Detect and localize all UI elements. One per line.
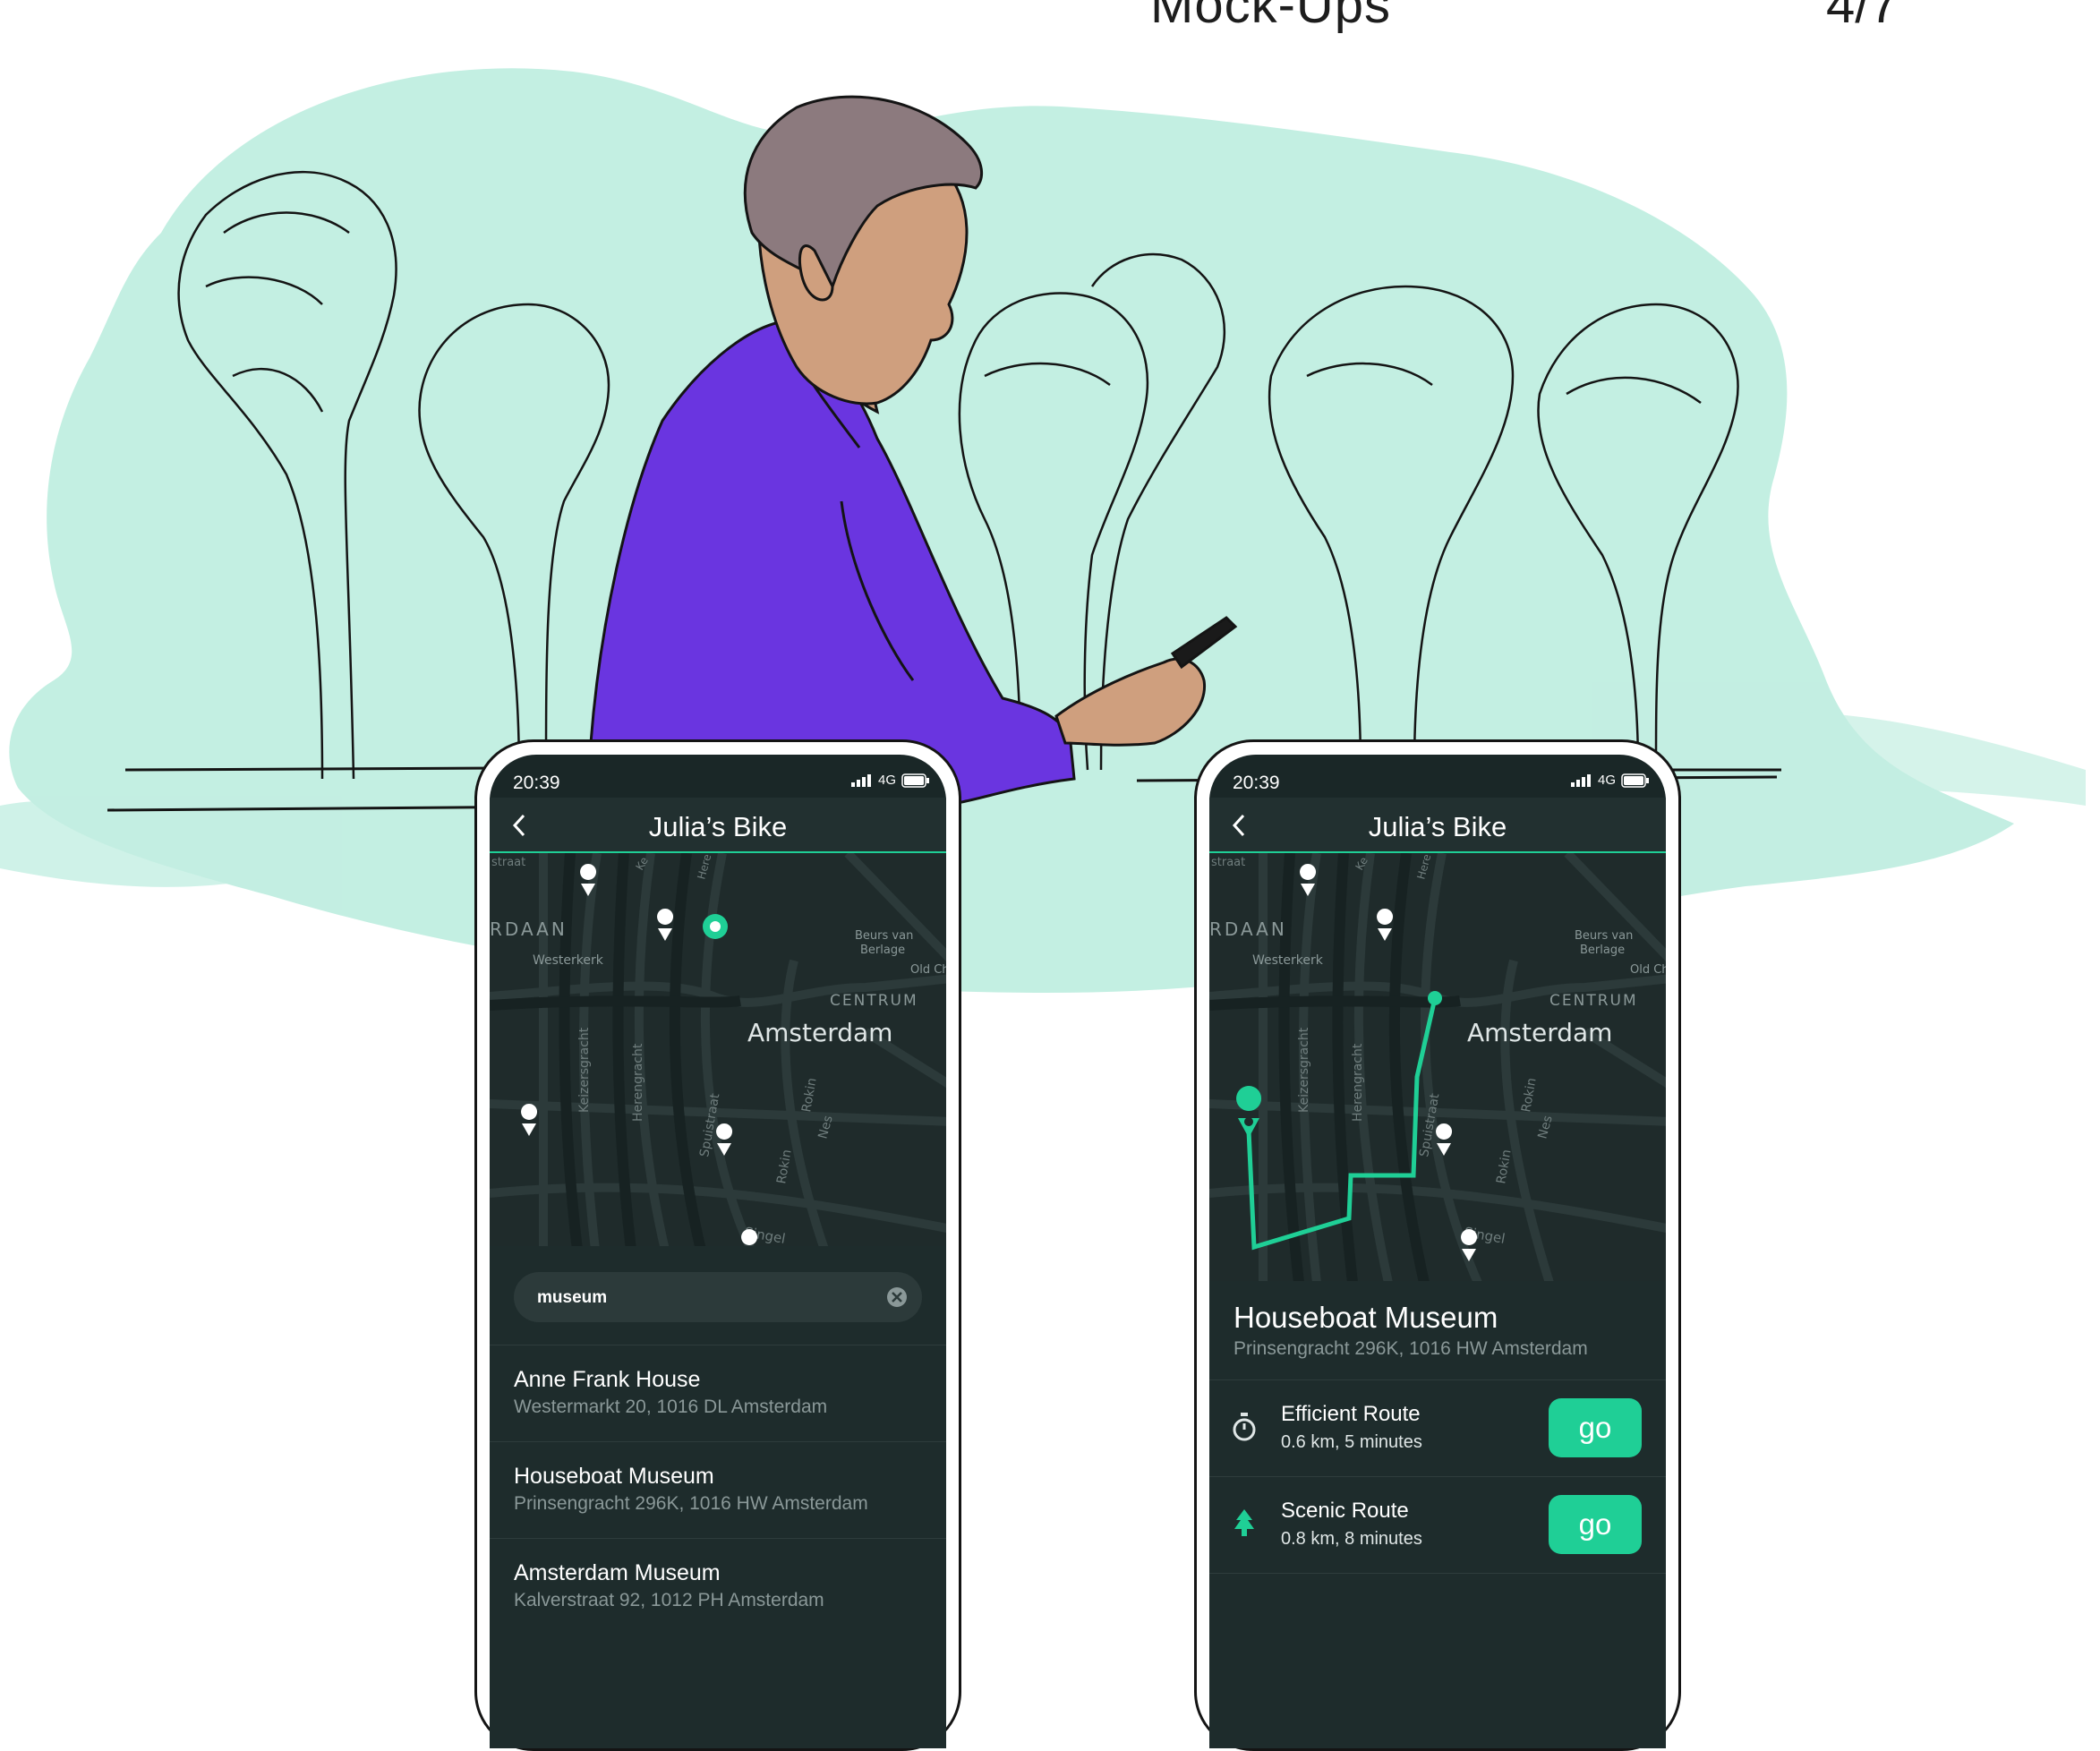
phone-screen: 20:39 4G Julia’s Bike straat RDAAN Weste… xyxy=(1209,755,1666,1748)
map-label: Old Ch xyxy=(910,963,946,977)
route-start-dot xyxy=(1428,991,1442,1005)
map-view[interactable]: straat RDAAN Westerkerk Keizersgracht He… xyxy=(490,853,946,1265)
map-label: CENTRUM xyxy=(1549,992,1638,1010)
status-indicators: 4G xyxy=(1570,773,1650,788)
signal-icon xyxy=(1570,773,1591,787)
go-button[interactable]: go xyxy=(1549,1398,1642,1457)
list-item[interactable]: Amsterdam Museum Kalverstraat 92, 1012 P… xyxy=(490,1538,946,1635)
result-title: Amsterdam Museum xyxy=(514,1560,721,1585)
map-label: straat xyxy=(1211,856,1245,869)
map-canvas[interactable]: straat RDAAN Westerkerk Keizersgracht He… xyxy=(1209,853,1666,1283)
status-bar: 20:39 4G xyxy=(1209,755,1666,798)
route-name: Efficient Route xyxy=(1281,1402,1421,1426)
clear-search-icon[interactable] xyxy=(886,1286,908,1308)
nav-bar: Julia’s Bike xyxy=(490,798,946,853)
result-title: Houseboat Museum xyxy=(514,1464,714,1489)
nav-title: Julia’s Bike xyxy=(1368,811,1507,842)
map-view[interactable]: straat RDAAN Westerkerk Keizersgracht He… xyxy=(1209,853,1666,1283)
route-details: 0.6 km, 5 minutes xyxy=(1281,1432,1422,1452)
network-label: 4G xyxy=(877,773,896,788)
nav-bar: Julia’s Bike xyxy=(1209,798,1666,853)
status-time: 20:39 xyxy=(1233,773,1280,793)
destination-title: Houseboat Museum xyxy=(1234,1301,1498,1334)
search-results: Anne Frank House Westermarkt 20, 1016 DL… xyxy=(490,1345,946,1635)
map-label: Old Ch xyxy=(1630,963,1666,977)
route-name: Scenic Route xyxy=(1281,1499,1409,1523)
map-label: Keizersgracht xyxy=(577,1027,592,1113)
destination-panel: Houseboat Museum Prinsengracht 296K, 101… xyxy=(1209,1281,1666,1748)
status-bar: 20:39 4G xyxy=(490,755,946,798)
tree-icon xyxy=(1234,1509,1254,1536)
map-label: Berlage xyxy=(1580,944,1625,957)
result-title: Anne Frank House xyxy=(514,1367,701,1392)
map-label: Beurs van xyxy=(1575,929,1633,943)
illustration-man-with-phone xyxy=(0,68,2086,993)
map-label: straat xyxy=(491,856,525,869)
go-button[interactable]: go xyxy=(1549,1495,1642,1554)
list-divider xyxy=(1209,1573,1666,1670)
search-panel: museum Anne Frank House Westermarkt 20, … xyxy=(490,1246,946,1748)
map-label: Amsterdam xyxy=(1467,1018,1612,1047)
destination-address: Prinsengracht 296K, 1016 HW Amsterdam xyxy=(1234,1338,1588,1359)
watercolor-wash xyxy=(0,68,2086,993)
route-option-scenic[interactable]: Scenic Route 0.8 km, 8 minutes go xyxy=(1209,1476,1666,1574)
stopwatch-icon xyxy=(1233,1413,1256,1441)
map-label: Keizersgracht xyxy=(1297,1027,1311,1113)
list-item[interactable]: Anne Frank House Westermarkt 20, 1016 DL… xyxy=(490,1345,946,1441)
phone-search-screen: 20:39 4G Julia’s Bike straat RDAAN Weste… xyxy=(474,739,961,1751)
phone-route-screen: 20:39 4G Julia’s Bike straat RDAAN Weste… xyxy=(1194,739,1681,1751)
battery-icon xyxy=(901,773,929,788)
network-label: 4G xyxy=(1597,773,1616,788)
map-label: RDAAN xyxy=(1209,918,1287,940)
map-label: Berlage xyxy=(860,944,905,957)
status-indicators: 4G xyxy=(850,773,930,788)
status-time: 20:39 xyxy=(513,773,560,793)
route-option-efficient[interactable]: Efficient Route 0.6 km, 5 minutes go xyxy=(1209,1379,1666,1477)
signal-icon xyxy=(850,773,871,787)
map-label: RDAAN xyxy=(490,918,568,940)
nav-title: Julia’s Bike xyxy=(648,811,788,842)
map-label: Herengracht xyxy=(631,1043,645,1122)
result-address: Prinsengracht 296K, 1016 HW Amsterdam xyxy=(514,1493,868,1514)
result-address: Westermarkt 20, 1016 DL Amsterdam xyxy=(514,1397,828,1417)
map-label: Amsterdam xyxy=(747,1018,892,1047)
result-address: Kalverstraat 92, 1012 PH Amsterdam xyxy=(514,1590,824,1610)
phone-screen: 20:39 4G Julia’s Bike straat RDAAN Weste… xyxy=(490,755,946,1748)
list-item[interactable]: Houseboat Museum Prinsengracht 296K, 101… xyxy=(490,1441,946,1538)
battery-icon xyxy=(1621,773,1649,788)
map-canvas[interactable]: straat RDAAN Westerkerk Keizersgracht He… xyxy=(490,853,946,1265)
map-label: Westerkerk xyxy=(533,953,604,968)
map-label: Westerkerk xyxy=(1252,953,1324,968)
search-input[interactable]: museum xyxy=(514,1272,922,1322)
route-details: 0.8 km, 8 minutes xyxy=(1281,1529,1422,1549)
search-query[interactable]: museum xyxy=(537,1288,607,1308)
map-label: Beurs van xyxy=(855,929,913,943)
map-label: Herengracht xyxy=(1351,1043,1365,1122)
map-label: CENTRUM xyxy=(830,992,918,1010)
